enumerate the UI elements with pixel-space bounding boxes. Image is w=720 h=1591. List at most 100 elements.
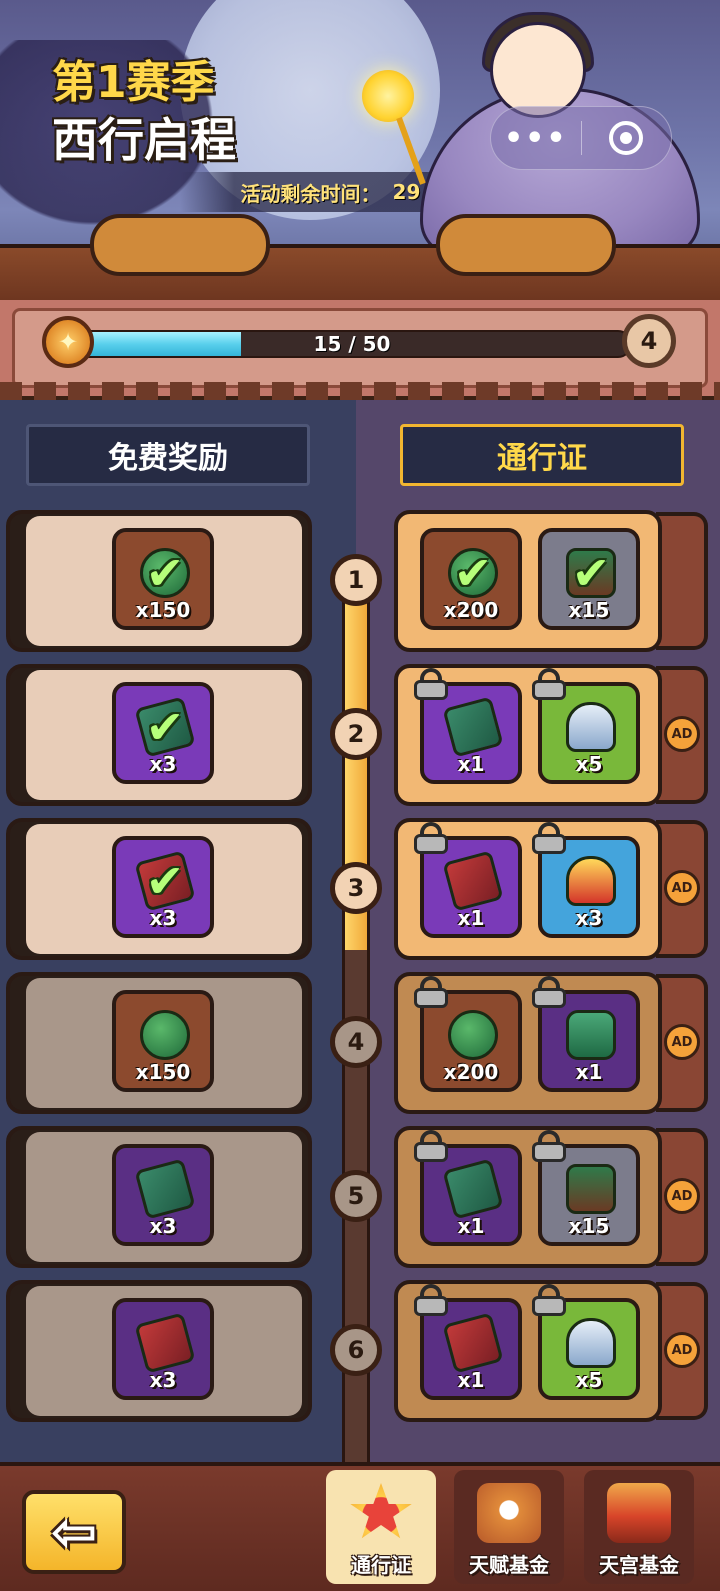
green-scroll-icon	[442, 1158, 504, 1220]
nav-tab-palace-fund[interactable]: 天宫基金	[584, 1470, 694, 1584]
reward-row: x3 ✔ x1 x5 AD 2	[0, 664, 720, 812]
reward-item[interactable]: x150	[112, 990, 214, 1092]
reward-item[interactable]: x3	[532, 822, 640, 938]
level-node: 3	[330, 862, 382, 914]
reward-quantity: x1	[457, 752, 485, 776]
tab-battle-pass[interactable]: 通行证	[400, 424, 684, 486]
reward-quantity: x5	[575, 1368, 603, 1392]
padlock-icon	[412, 668, 450, 700]
ad-video-badge[interactable]: AD	[664, 1332, 700, 1368]
level-node: 5	[330, 1170, 382, 1222]
silver-helmet-icon	[566, 702, 616, 752]
reward-item[interactable]: x1	[414, 822, 522, 938]
reward-quantity: x3	[575, 906, 603, 930]
nav-tab-label: 天宫基金	[599, 1553, 679, 1577]
reward-item[interactable]: x5	[532, 1284, 640, 1400]
padlock-icon	[530, 1284, 568, 1316]
padlock-icon	[412, 1130, 450, 1162]
progress-text: 15 / 50	[313, 332, 391, 356]
reward-quantity: x3	[149, 1368, 177, 1392]
ad-video-badge[interactable]: AD	[664, 870, 700, 906]
ad-video-badge[interactable]: AD	[664, 716, 700, 752]
ad-video-badge[interactable]: AD	[664, 1024, 700, 1060]
reward-quantity: x1	[457, 906, 485, 930]
nav-tab-pass[interactable]: 通行证	[326, 1470, 436, 1584]
jade-token-icon	[140, 1010, 190, 1060]
reward-row: x150 x200 x1 AD 4	[0, 972, 720, 1120]
reward-item[interactable]: x15	[532, 1130, 640, 1246]
reward-quantity: x1	[457, 1368, 485, 1392]
nav-tab-label: 通行证	[351, 1553, 411, 1577]
reward-item[interactable]: x1	[414, 1130, 522, 1246]
nav-tab-label: 天赋基金	[469, 1553, 549, 1577]
reward-item[interactable]: x1	[414, 1284, 522, 1400]
silver-helmet-icon	[566, 1318, 616, 1368]
reward-item[interactable]: x3 ✔	[112, 682, 214, 784]
treasure-chest-icon	[566, 1164, 616, 1214]
palace-fund-icon	[607, 1483, 671, 1543]
golden-knot-wand-icon	[352, 70, 426, 185]
reward-quantity: x200	[443, 598, 499, 622]
current-level-badge: 4	[622, 314, 676, 368]
nav-tab-talent-fund[interactable]: 天赋基金	[454, 1470, 564, 1584]
jade-token-icon	[448, 1010, 498, 1060]
padlock-icon	[530, 822, 568, 854]
reward-item[interactable]: x5	[532, 668, 640, 784]
reward-quantity: x15	[568, 598, 610, 622]
reward-row: x3 x1 x15 AD 5	[0, 1126, 720, 1274]
padlock-icon	[412, 1284, 450, 1316]
pass-card-tail	[656, 512, 708, 650]
reward-item[interactable]: x200	[414, 976, 522, 1092]
reward-item[interactable]: x3	[112, 1144, 214, 1246]
green-scroll-icon	[134, 1158, 196, 1220]
reward-quantity: x150	[135, 1060, 191, 1084]
reward-item[interactable]: x3 ✔	[112, 836, 214, 938]
golden-helmet-icon	[566, 856, 616, 906]
season-subtitle: 西行启程	[52, 113, 236, 167]
checkmark-icon: ✔	[145, 546, 185, 600]
padlock-icon	[530, 668, 568, 700]
mini-program-capsule: •••	[490, 106, 672, 170]
reward-quantity: x3	[149, 1214, 177, 1238]
season-title: 第1赛季	[52, 57, 215, 108]
reward-quantity: x1	[575, 1060, 603, 1084]
reward-row: x3 x1 x5 AD 6	[0, 1280, 720, 1428]
reward-quantity: x200	[443, 1060, 499, 1084]
roof-frame	[0, 200, 720, 310]
red-scroll-icon	[442, 850, 504, 912]
padlock-icon	[412, 976, 450, 1008]
reward-item[interactable]: x200 ✔	[420, 528, 522, 630]
checkmark-icon: ✔	[453, 546, 493, 600]
ad-video-badge[interactable]: AD	[664, 1178, 700, 1214]
padlock-icon	[412, 822, 450, 854]
green-scroll-icon	[442, 696, 504, 758]
spark-medal-icon: ✦	[42, 316, 94, 368]
reward-item[interactable]: x1	[414, 668, 522, 784]
target-close-icon[interactable]	[582, 106, 672, 170]
padlock-icon	[530, 1130, 568, 1162]
reward-quantity: x150	[135, 598, 191, 622]
reward-row: x150 ✔ x200 ✔ x15 ✔ 1	[0, 510, 720, 658]
reward-item[interactable]: x15 ✔	[538, 528, 640, 630]
red-scroll-icon	[134, 1312, 196, 1374]
level-node: 6	[330, 1324, 382, 1376]
checkmark-icon: ✔	[571, 546, 611, 600]
reward-item[interactable]: x3	[112, 1298, 214, 1400]
reward-quantity: x3	[149, 752, 177, 776]
checkmark-icon: ✔	[145, 854, 185, 908]
reward-item[interactable]: x150 ✔	[112, 528, 214, 630]
back-arrow-icon[interactable]: ⇦	[22, 1490, 126, 1574]
padlock-icon	[530, 976, 568, 1008]
red-scroll-icon	[442, 1312, 504, 1374]
level-node: 1	[330, 554, 382, 606]
reward-quantity: x1	[457, 1214, 485, 1238]
reward-item[interactable]: x1	[532, 976, 640, 1092]
reward-row: x3 ✔ x1 x3 AD 3	[0, 818, 720, 966]
tab-free-rewards[interactable]: 免费奖励	[26, 424, 310, 486]
checkmark-icon: ✔	[145, 700, 185, 754]
level-node: 4	[330, 1016, 382, 1068]
reward-quantity: x3	[149, 906, 177, 930]
talent-fund-icon	[477, 1483, 541, 1543]
star-badge-icon	[350, 1483, 412, 1539]
more-dots-icon[interactable]: •••	[491, 106, 581, 170]
